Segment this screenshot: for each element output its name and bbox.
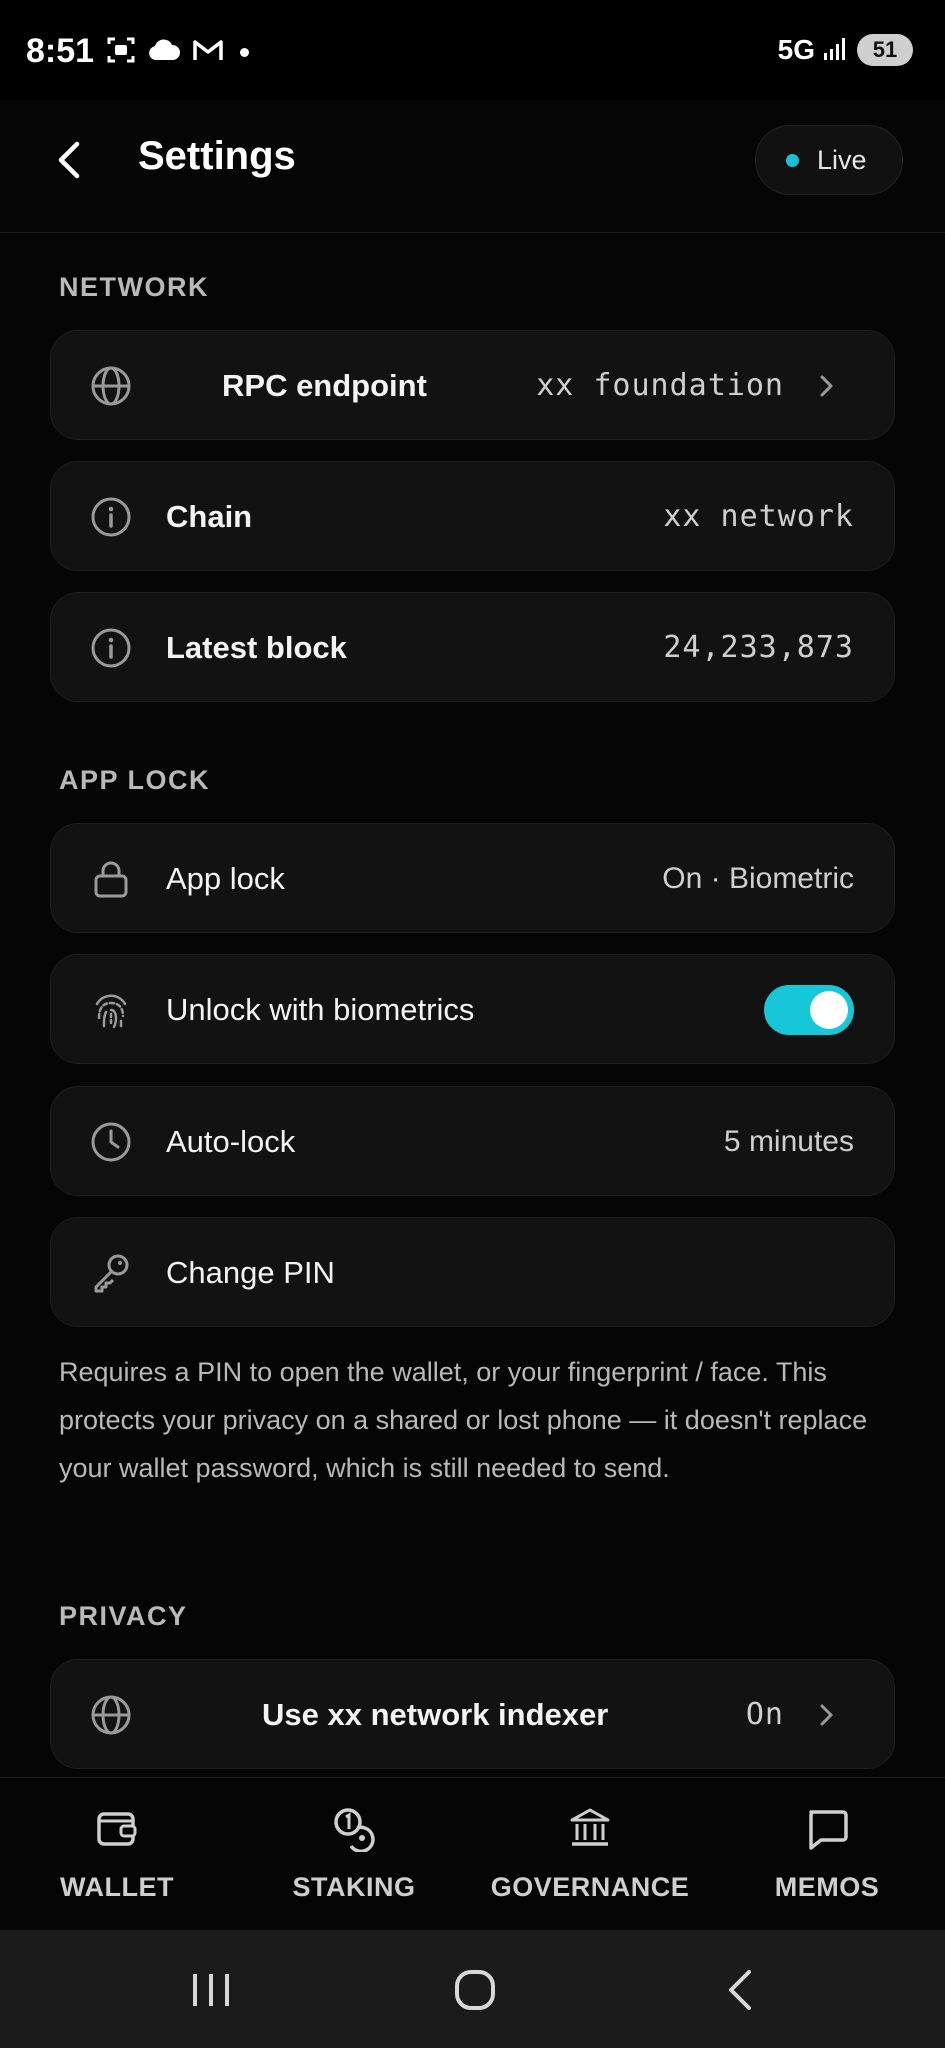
signal-icon — [823, 35, 849, 66]
chevron-right-icon — [820, 375, 833, 397]
key-icon — [94, 1254, 129, 1293]
indexer-value: On — [745, 1697, 784, 1732]
indexer-label: Use xx network indexer — [262, 1697, 609, 1732]
recent-apps-button[interactable] — [181, 1960, 241, 2020]
nav-governance[interactable]: GOVERNANCE — [478, 1778, 702, 1930]
chain-row: Chain xx network — [50, 461, 895, 571]
settings-screen: 8:51 5G 51 Settings Live NETWORK RPC end… — [0, 0, 945, 2048]
back-button[interactable] — [40, 130, 100, 190]
change-pin-row[interactable]: Change PIN — [50, 1217, 895, 1327]
info-icon — [91, 628, 131, 668]
live-dot-icon — [786, 153, 799, 167]
status-bar: 8:51 5G 51 — [0, 0, 945, 100]
nav-memos-label: MEMOS — [774, 1872, 880, 1902]
section-label-app-lock: APP LOCK — [59, 765, 211, 795]
live-status-badge[interactable]: Live — [755, 125, 903, 195]
status-right: 5G 51 — [778, 34, 913, 66]
latest-block-label: Latest block — [166, 630, 347, 665]
chain-value: xx network — [663, 499, 854, 534]
system-back-button[interactable] — [710, 1960, 770, 2020]
biometrics-label: Unlock with biometrics — [166, 992, 475, 1027]
cloud-icon — [148, 39, 181, 66]
bank-icon — [570, 1808, 610, 1846]
latest-block-value: 24,233,873 — [663, 630, 854, 665]
clock-icon — [91, 1122, 131, 1162]
app-lock-row[interactable]: App lock On · Biometric — [50, 823, 895, 933]
globe-icon — [91, 1695, 131, 1735]
change-pin-label: Change PIN — [166, 1255, 335, 1290]
nav-staking-label: STAKING — [292, 1872, 416, 1902]
fingerprint-icon — [95, 994, 127, 1029]
chat-icon — [809, 1810, 848, 1850]
gmail-icon — [192, 38, 224, 67]
chain-label: Chain — [166, 499, 253, 534]
recent-apps-icon — [193, 1974, 229, 2006]
rpc-endpoint-label: RPC endpoint — [222, 368, 427, 403]
app-header: Settings Live — [0, 100, 945, 233]
nav-staking[interactable]: STAKING — [259, 1778, 449, 1930]
rpc-endpoint-row[interactable]: RPC endpoint xx foundation — [50, 330, 895, 440]
indexer-row[interactable]: Use xx network indexer On — [50, 1659, 895, 1769]
system-navigation-bar — [0, 1930, 945, 2048]
system-back-icon — [729, 1970, 751, 2010]
rpc-endpoint-value: xx foundation — [536, 368, 784, 403]
section-label-privacy: PRIVACY — [59, 1601, 188, 1631]
info-icon — [91, 497, 131, 537]
status-icons — [106, 36, 249, 69]
nav-wallet-label: WALLET — [60, 1872, 174, 1902]
section-label-network: NETWORK — [59, 272, 209, 302]
nav-wallet[interactable]: WALLET — [22, 1778, 212, 1930]
screenshot-icon — [106, 36, 136, 69]
auto-lock-label: Auto-lock — [166, 1124, 296, 1159]
app-lock-help-text: Requires a PIN to open the wallet, or yo… — [59, 1357, 868, 1483]
app-lock-value: On · Biometric — [662, 862, 854, 895]
home-icon — [455, 1970, 495, 2010]
lock-icon — [94, 861, 128, 898]
battery-indicator: 51 — [857, 34, 913, 66]
nav-governance-label: GOVERNANCE — [490, 1872, 690, 1902]
notification-dot-icon — [240, 48, 249, 57]
latest-block-row: Latest block 24,233,873 — [50, 592, 895, 702]
biometrics-row: Unlock with biometrics — [50, 954, 895, 1064]
network-type: 5G — [777, 34, 815, 65]
chevron-right-icon — [820, 1704, 833, 1726]
bottom-navigation: WALLET STAKING GOVERNANCE MEMOS — [0, 1777, 945, 1930]
globe-icon — [91, 366, 131, 406]
page-title: Settings — [138, 134, 296, 178]
wallet-icon — [97, 1812, 137, 1846]
live-status-label: Live — [817, 144, 867, 175]
coins-icon — [334, 1808, 375, 1852]
auto-lock-value: 5 minutes — [723, 1125, 854, 1158]
status-time: 8:51 — [26, 32, 95, 70]
nav-memos[interactable]: MEMOS — [732, 1778, 922, 1930]
back-arrow-icon — [58, 141, 80, 179]
auto-lock-row[interactable]: Auto-lock 5 minutes — [50, 1086, 895, 1196]
biometrics-toggle[interactable] — [764, 985, 854, 1035]
toggle-knob — [810, 991, 848, 1029]
home-button[interactable] — [445, 1960, 505, 2020]
app-lock-label: App lock — [166, 861, 285, 896]
